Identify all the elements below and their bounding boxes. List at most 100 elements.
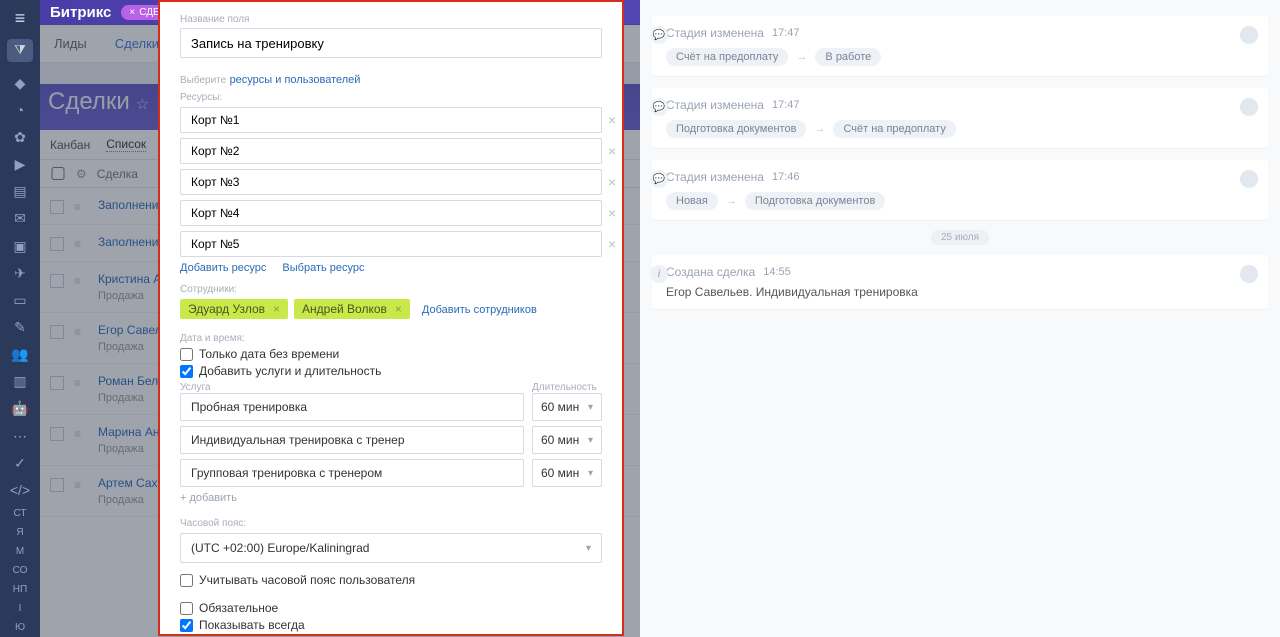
menu-icon[interactable]: ≡ (15, 8, 26, 29)
chevron-down-icon: ▾ (588, 468, 593, 479)
rail-icon[interactable]: ▭ (9, 291, 31, 310)
timezone-select[interactable]: (UTC +02:00) Europe/Kaliningrad▾ (180, 533, 602, 563)
timeline-date-separator: 25 июля (652, 232, 1268, 243)
only-date-checkbox[interactable]: Только дата без времени (180, 347, 602, 361)
comment-icon: 💬 (650, 170, 668, 188)
remove-icon[interactable]: × (608, 174, 616, 190)
timeline-item: 💬Стадия изменена17:47Счёт на предоплату→… (652, 16, 1268, 76)
employee-chip[interactable]: Эдуард Узлов× (180, 299, 288, 319)
timeline-item: 💬Стадия изменена 17:47 Подготовка документ… (652, 88, 1268, 148)
resource-input[interactable] (180, 231, 602, 257)
service-input[interactable]: Групповая тренировка с тренером (180, 459, 524, 487)
info-icon: i (650, 265, 668, 283)
timeline-title: Стадия изменена (666, 26, 764, 40)
remove-icon[interactable]: × (273, 302, 280, 316)
stage-from: Новая (666, 192, 718, 210)
remove-icon[interactable]: × (395, 302, 402, 316)
stage-to: Подготовка документов (745, 192, 885, 210)
add-resource-link[interactable]: Добавить ресурс (180, 262, 266, 274)
field-config-modal: Название поля Выберите ресурсы и пользов… (158, 0, 624, 636)
chevron-down-icon: ▾ (588, 435, 593, 446)
employees-label: Сотрудники: (180, 284, 602, 295)
timeline-title: Создана сделка (666, 265, 755, 279)
timeline-text: Егор Савельев. Индивидуальная тренировка (666, 285, 1254, 299)
remove-icon[interactable]: × (608, 112, 616, 128)
remove-icon[interactable]: × (608, 205, 616, 221)
avatar[interactable] (1240, 98, 1258, 116)
resource-input[interactable] (180, 200, 602, 226)
service-input[interactable]: Пробная тренировка (180, 393, 524, 421)
resources-label: Ресурсы: (180, 92, 602, 103)
rail-abbr[interactable]: НП (13, 584, 27, 595)
required-checkbox[interactable]: Обязательное (180, 601, 602, 615)
rail-icon[interactable]: ✓ (9, 454, 31, 473)
duration-select[interactable]: 60 мин▾ (532, 393, 602, 421)
rail-abbr[interactable]: Ю (15, 622, 25, 633)
rail-icon[interactable]: 👥 (9, 345, 31, 364)
rail-abbr[interactable]: СО (13, 565, 28, 576)
datetime-label: Дата и время: (180, 333, 602, 344)
employee-chip[interactable]: Андрей Волков× (294, 299, 410, 319)
chevron-down-icon: ▾ (586, 543, 591, 554)
respect-user-tz-checkbox[interactable]: Учитывать часовой пояс пользователя (180, 573, 602, 587)
add-services-checkbox[interactable]: Добавить услуги и длительность (180, 364, 602, 378)
service-input[interactable]: Индивидуальная тренировка с тренер (180, 426, 524, 454)
timeline-title: Стадия изменена (666, 170, 764, 184)
rail-icon[interactable]: ⋯ (9, 426, 31, 445)
rail-abbr[interactable]: СТ (14, 508, 27, 519)
rail-icon[interactable]: ▶ (9, 155, 31, 174)
rail-icon[interactable]: ◆ (9, 74, 31, 93)
rail-icon[interactable]: ◔ (9, 101, 31, 120)
remove-icon[interactable]: × (608, 143, 616, 159)
rail-icon[interactable]: ✎ (9, 318, 31, 337)
stage-from: Счёт на предоплату (666, 48, 788, 66)
rail-icon[interactable]: </> (9, 481, 31, 500)
duration-select[interactable]: 60 мин▾ (532, 459, 602, 487)
rail-icon[interactable]: ✈ (9, 264, 31, 283)
resources-users-link[interactable]: ресурсы и пользователей (230, 74, 361, 86)
avatar[interactable] (1240, 26, 1258, 44)
arrow-icon: → (814, 123, 825, 135)
rail-icon[interactable]: ▤ (9, 182, 31, 201)
comment-icon: 💬 (650, 98, 668, 116)
show-always-checkbox[interactable]: Показывать всегда (180, 618, 602, 632)
left-rail: ≡ ⧩ ◆ ◔ ✿ ▶ ▤ ✉ ▣ ✈ ▭ ✎ 👥 ▥ 🤖 ⋯ ✓ </> СТ… (0, 0, 40, 637)
filter-icon[interactable]: ⧩ (7, 39, 33, 62)
rail-icon[interactable]: 🤖 (9, 399, 31, 418)
timeline-time: 17:47 (772, 27, 800, 39)
timeline-time: 14:55 (763, 266, 791, 278)
choose-resource-link[interactable]: Выбрать ресурс (282, 262, 364, 274)
resource-input[interactable] (180, 107, 602, 133)
close-icon[interactable]: × (129, 7, 135, 18)
timezone-label: Часовой пояс: (180, 518, 602, 529)
rail-abbr[interactable]: Я (16, 527, 23, 538)
rail-icon[interactable]: ✉ (9, 209, 31, 228)
field-name-input[interactable] (180, 28, 602, 58)
stage-from: Подготовка документов (666, 120, 806, 138)
rail-icon[interactable]: ▥ (9, 372, 31, 391)
rail-icon[interactable]: ▣ (9, 236, 31, 255)
rail-abbr[interactable]: М (16, 546, 24, 557)
duration-select[interactable]: 60 мин▾ (532, 426, 602, 454)
duration-col-label: Длительность (532, 382, 602, 393)
timeline-time: 17:46 (772, 171, 800, 183)
arrow-icon: → (726, 195, 737, 207)
resource-input[interactable] (180, 138, 602, 164)
timeline-title: Стадия изменена (666, 98, 764, 112)
brand-label: Битрикс (50, 4, 111, 21)
add-employee-link[interactable]: Добавить сотрудников (422, 304, 537, 316)
avatar[interactable] (1240, 170, 1258, 188)
stage-to: В работе (815, 48, 881, 66)
remove-icon[interactable]: × (608, 236, 616, 252)
timeline-item: i Создана сделка 14:55 Егор Савельев. Инд… (652, 255, 1268, 309)
timeline: 💬Стадия изменена17:47Счёт на предоплату→… (640, 0, 1280, 637)
rail-abbr[interactable]: I (19, 603, 22, 614)
timeline-item: 💬Стадия изменена 17:46 Новая → Подготовка до… (652, 160, 1268, 220)
rail-icon[interactable]: ✿ (9, 128, 31, 147)
timeline-time: 17:47 (772, 99, 800, 111)
resource-input[interactable] (180, 169, 602, 195)
add-service-link[interactable]: + добавить (180, 492, 602, 504)
avatar[interactable] (1240, 265, 1258, 283)
chevron-down-icon: ▾ (588, 402, 593, 413)
arrow-icon: → (796, 51, 807, 63)
